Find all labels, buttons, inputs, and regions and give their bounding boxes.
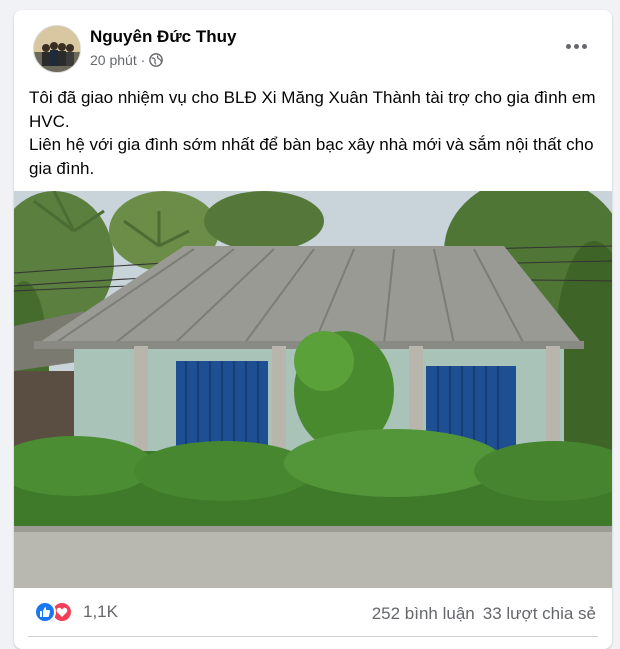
post-photo[interactable] [14, 191, 612, 588]
divider [28, 636, 598, 637]
post-card: Nguyên Đức Thuy 20 phút · Tôi đã giao nh… [14, 10, 612, 649]
reactions-summary[interactable]: 1,1K [34, 601, 118, 623]
more-options-button[interactable] [558, 32, 594, 60]
comments-count[interactable]: 252 bình luận [372, 604, 475, 624]
like-reaction-icon [34, 601, 56, 623]
avatar[interactable] [33, 25, 81, 73]
reaction-count[interactable]: 1,1K [83, 602, 118, 622]
post-time[interactable]: 20 phút · [90, 52, 145, 68]
post-text: Tôi đã giao nhiệm vụ cho BLĐ Xi Măng Xuâ… [29, 86, 599, 180]
post-header: Nguyên Đức Thuy 20 phút · [14, 10, 612, 76]
house-photo [14, 191, 612, 588]
avatar-image [34, 26, 80, 72]
post-text-line: Liên hệ với gia đình sớm nhất để bàn bạc… [29, 135, 594, 178]
author-name[interactable]: Nguyên Đức Thuy [90, 27, 236, 47]
globe-icon[interactable] [149, 53, 164, 67]
shares-count[interactable]: 33 lượt chia sẻ [483, 604, 596, 624]
post-text-line: Tôi đã giao nhiệm vụ cho BLĐ Xi Măng Xuâ… [29, 88, 596, 131]
post-meta: 20 phút · [90, 52, 164, 68]
post-stats: 252 bình luận 33 lượt chia sẻ [372, 604, 596, 624]
more-options-icon [565, 43, 571, 49]
